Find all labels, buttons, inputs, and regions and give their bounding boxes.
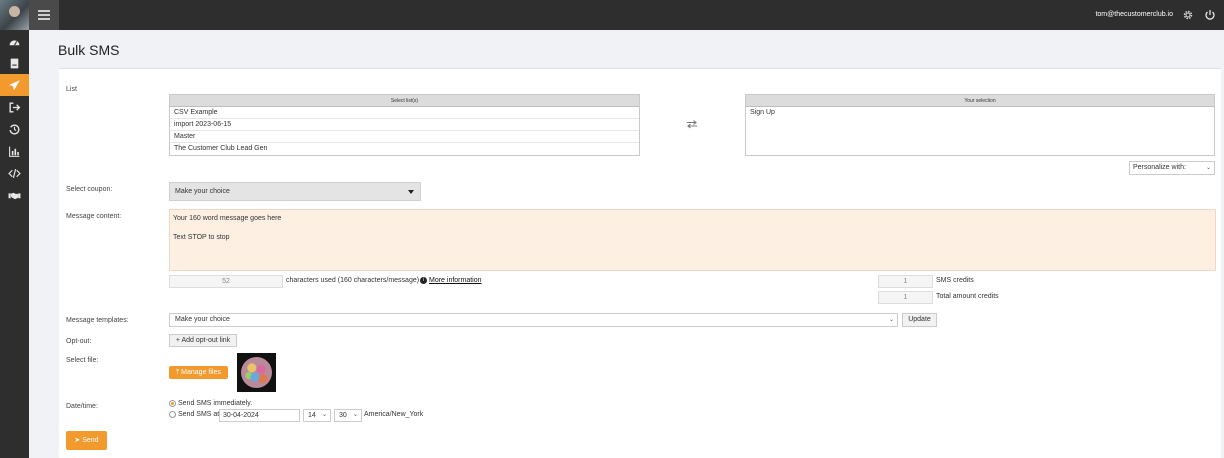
templates-select[interactable]: Make your choice ⌄ [169,313,898,327]
sign-out-icon [9,101,21,113]
add-optout-label: Add opt-out link [181,337,231,344]
chevron-down-icon: ⌄ [1205,165,1211,171]
templates-label: Message templates: [66,317,129,324]
sidebar [0,30,29,458]
dashboard-icon [9,39,20,45]
datetime-label: Date/time: [66,403,98,410]
minute-select[interactable]: 30 ⌄ [334,409,362,422]
info-icon: i [420,277,427,284]
characters-used-text: characters used (160 characters/message) [286,277,420,284]
hamburger-icon [38,14,50,16]
sidebar-item-signout[interactable] [0,96,29,118]
templates-value: Make your choice [175,316,230,323]
list-item[interactable]: Master [170,131,639,143]
coupon-select[interactable]: Make your choice [169,182,421,201]
date-input[interactable]: 30-04-2024 [219,409,300,422]
coupon-value: Make your choice [175,188,230,195]
total-credits-label: Total amount credits [936,293,999,300]
gear-icon[interactable] [1182,9,1194,21]
send-label: Send [82,437,99,444]
list-item[interactable]: Sign Up [746,107,1214,119]
book-icon [10,58,19,68]
chart-icon [9,146,20,157]
sms-credits-label: SMS credits [936,277,974,284]
paper-plane-icon [9,79,20,90]
list-item[interactable]: import 2023-06-15 [170,119,639,131]
sidebar-item-history[interactable] [0,118,29,140]
menu-toggle-button[interactable] [29,0,59,30]
more-information-link[interactable]: More information [429,277,482,284]
total-credits-value: 1 [878,291,933,304]
history-icon [9,123,20,134]
top-bar: tom@thecustomerclub.io [0,0,1224,30]
optout-label: Opt-out: [66,338,92,345]
message-label: Message content: [66,213,122,220]
coupon-label: Select coupon: [66,186,113,193]
hour-select[interactable]: 14 ⌄ [303,409,331,422]
minute-value: 30 [339,412,347,419]
available-lists-header: Select list(s) [170,95,639,107]
selected-lists-header: Your selection [746,95,1214,107]
personalize-value: Personalize with: [1133,164,1186,171]
list-label: List [66,86,77,93]
chevron-down-icon: ⌄ [888,317,894,323]
chevron-down-icon: ⌄ [321,412,327,418]
caret-down-icon [408,190,414,194]
send-at-radio[interactable] [169,411,176,418]
sidebar-item-partners[interactable] [0,184,29,206]
file-label: Select file: [66,357,99,364]
manage-files-label: Manage files [181,369,221,376]
send-immediately-radio[interactable] [169,400,176,407]
avatar[interactable] [0,0,29,30]
list-item[interactable]: The Customer Club Lead Gen [170,143,639,155]
sms-credits-value: 1 [878,275,933,288]
personalize-select[interactable]: Personalize with: ⌄ [1129,161,1215,175]
code-icon [8,168,21,178]
selected-file-thumbnail[interactable] [237,353,276,392]
timezone-label: America/New_York [364,411,424,418]
add-optout-button[interactable]: + Add opt-out link [169,334,237,347]
sidebar-item-send[interactable] [0,74,29,96]
hour-value: 14 [308,412,316,419]
sidebar-item-code[interactable] [0,162,29,184]
page-title: Bulk SMS [58,42,120,58]
user-email[interactable]: tom@thecustomerclub.io [1095,11,1173,18]
character-count: 52 [169,275,283,288]
send-button[interactable]: ➤ Send [66,431,107,450]
swap-icon[interactable] [686,119,698,129]
sidebar-item-book[interactable] [0,52,29,74]
manage-files-button[interactable]: ⤒ Manage files [169,366,228,379]
update-button[interactable]: Update [902,313,937,327]
send-at-label: Send SMS at [178,411,220,418]
selected-lists[interactable]: Your selection Sign Up [745,94,1215,156]
available-lists[interactable]: Select list(s) CSV Example import 2023-0… [169,94,640,156]
power-icon[interactable] [1204,9,1216,21]
message-textarea[interactable]: Your 160 word message goes here Text STO… [169,209,1216,271]
list-item[interactable]: CSV Example [170,107,639,119]
sidebar-item-dashboard[interactable] [0,31,29,53]
send-immediately-label: Send SMS immediately. [178,400,253,407]
sidebar-item-stats[interactable] [0,140,29,162]
handshake-icon [8,192,21,199]
chevron-down-icon: ⌄ [352,412,358,418]
